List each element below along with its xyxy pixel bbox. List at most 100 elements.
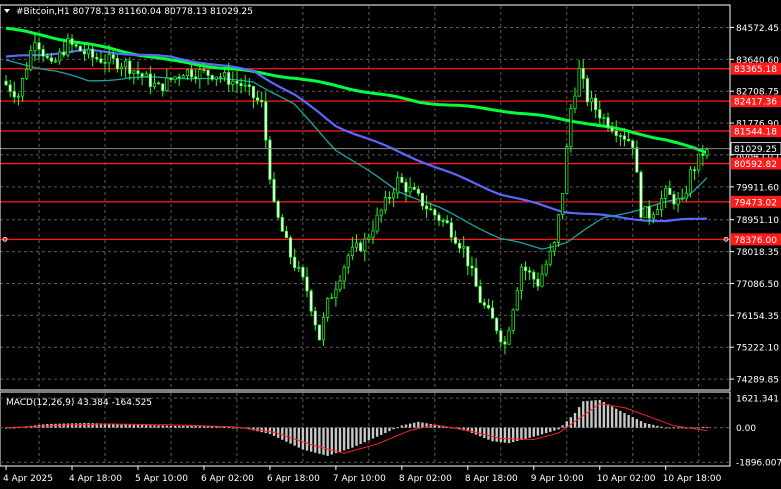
candle-body-124 — [515, 290, 519, 311]
candle-body-81 — [338, 280, 342, 290]
macd-bar-115 — [478, 427, 482, 437]
candle-body-132 — [548, 250, 552, 265]
candle-body-43 — [181, 75, 185, 78]
macd-bar-141 — [586, 400, 589, 428]
time-tick-label-8: 9 Apr 10:00 — [531, 474, 584, 484]
candle-body-33 — [140, 73, 144, 77]
current-price-tag: 81029.25 — [730, 142, 781, 155]
candle-body-155 — [643, 206, 647, 218]
macd-bar-156 — [648, 423, 651, 428]
macd-bar-135 — [561, 425, 564, 428]
macd-bar-26 — [112, 423, 115, 428]
macd-bar-149 — [619, 410, 622, 428]
candle-body-96 — [400, 176, 404, 183]
level-tag-3: 80592.82 — [734, 160, 777, 170]
macd-bar-146 — [606, 404, 610, 428]
candle-body-157 — [651, 214, 655, 219]
candle-body-32 — [136, 70, 140, 75]
macd-bar-145 — [602, 402, 606, 428]
candle-body-118 — [491, 307, 495, 319]
candle-body-3 — [16, 95, 20, 98]
time-tick-label-9: 10 Apr 02:00 — [597, 474, 656, 484]
candle-body-40 — [169, 77, 173, 80]
macd-bar-123 — [511, 427, 515, 443]
candle-body-22 — [95, 56, 99, 60]
candle-body-92 — [383, 197, 387, 211]
candle-body-55 — [231, 80, 235, 85]
candle-body-125 — [519, 266, 523, 291]
candle-body-67 — [280, 217, 284, 232]
macd-bar-67 — [281, 427, 284, 440]
candle-body-159 — [660, 198, 664, 210]
level-tag-1: 82417.36 — [734, 98, 777, 108]
macd-bar-159 — [660, 426, 663, 428]
candle-body-27 — [115, 58, 119, 69]
candle-body-126 — [523, 266, 528, 272]
macd-bar-28 — [120, 424, 123, 428]
candle-body-156 — [647, 206, 651, 219]
candle-body-34 — [144, 73, 148, 77]
macd-bar-39 — [165, 425, 169, 428]
macd-label: MACD(12,26,9) 43.384 -164.525 — [6, 398, 152, 408]
candle-body-122 — [507, 329, 511, 345]
candle-body-41 — [173, 76, 177, 80]
candle-body-82 — [342, 266, 346, 282]
macd-bar-116 — [483, 427, 486, 438]
candle-body-31 — [132, 70, 136, 74]
candle-body-114 — [474, 267, 478, 287]
level-tag-4: 79473.02 — [734, 198, 777, 208]
time-tick-label-2: 5 Apr 10:00 — [135, 474, 188, 484]
macd-bar-80 — [334, 427, 338, 454]
candle-body-153 — [635, 147, 639, 173]
macd-bar-85 — [355, 427, 358, 446]
macd-bar-125 — [520, 427, 523, 440]
candle-body-19 — [82, 50, 86, 55]
macd-bar-99 — [413, 422, 416, 428]
candle-body-49 — [206, 69, 210, 76]
candle-body-69 — [288, 237, 293, 258]
macd-bar-128 — [532, 427, 535, 437]
candle-body-50 — [210, 75, 214, 80]
macd-bar-66 — [276, 427, 280, 438]
macd-bar-30 — [128, 424, 131, 428]
candle-body-56 — [235, 80, 239, 84]
macd-bar-162 — [672, 427, 676, 429]
macd-bar-86 — [359, 427, 362, 445]
time-tick-label-0: 4 Apr 2025 — [3, 474, 53, 484]
macd-bar-94 — [392, 427, 395, 430]
macd-bar-118 — [491, 427, 494, 442]
macd-bar-34 — [145, 425, 148, 428]
candle-body-147 — [610, 127, 614, 132]
macd-bar-20 — [87, 422, 90, 428]
candle-body-71 — [297, 267, 301, 269]
candle-body-100 — [416, 189, 420, 194]
candle-body-74 — [309, 290, 313, 312]
candle-body-79 — [330, 297, 334, 299]
macd-bar-36 — [153, 425, 156, 428]
candle-body-11 — [49, 57, 53, 62]
candle-body-73 — [305, 276, 309, 292]
candle-body-144 — [598, 109, 602, 119]
macd-bar-37 — [157, 425, 160, 428]
time-tick-label-6: 8 Apr 02:00 — [399, 474, 452, 484]
bitcoin-h1-chart[interactable]: 84572.4583640.6082708.7581776.9080845.05… — [0, 0, 781, 489]
macd-bar-129 — [536, 427, 540, 436]
macd-bar-29 — [124, 424, 127, 428]
macd-bar-68 — [285, 427, 288, 442]
macd-bar-131 — [544, 427, 548, 434]
candle-body-139 — [577, 68, 581, 97]
candle-body-104 — [433, 209, 437, 216]
candle-body-42 — [177, 76, 181, 79]
macd-bar-18 — [79, 423, 82, 428]
candle-body-105 — [437, 214, 441, 221]
candle-body-103 — [429, 208, 433, 211]
macd-bar-140 — [582, 401, 585, 428]
level-anchor-right — [723, 236, 729, 242]
macd-bar-98 — [408, 423, 412, 428]
macd-bar-41 — [173, 425, 177, 428]
candle-body-160 — [664, 187, 668, 199]
candle-body-63 — [264, 101, 268, 141]
candle-body-135 — [561, 193, 565, 216]
candle-body-165 — [684, 192, 688, 199]
macd-bar-132 — [549, 427, 552, 432]
